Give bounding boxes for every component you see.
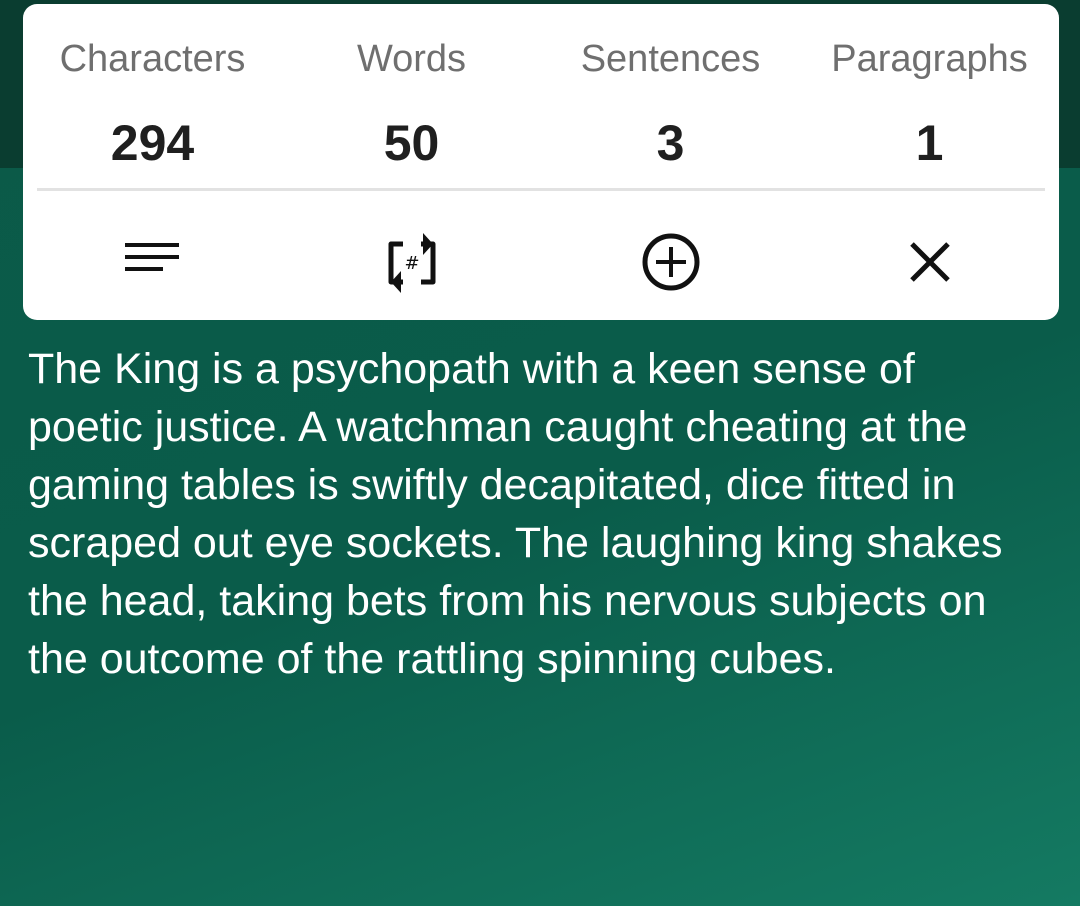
stats-card: Characters Words Sentences Paragraphs 29… xyxy=(23,4,1059,320)
stats-divider xyxy=(37,188,1045,191)
body-text: The King is a psychopath with a keen sen… xyxy=(28,345,1003,683)
characters-label: Characters xyxy=(59,38,246,80)
stat-labels-row: Characters Words Sentences Paragraphs xyxy=(23,34,1059,84)
paragraphs-label: Paragraphs xyxy=(831,38,1028,80)
stat-values-row: 294 50 3 1 xyxy=(23,112,1059,174)
text-lines-icon xyxy=(124,243,179,271)
action-toolbar: # xyxy=(23,220,1059,304)
text-align-button[interactable] xyxy=(23,220,282,304)
svg-text:#: # xyxy=(404,253,419,274)
add-button[interactable] xyxy=(541,220,800,304)
sentences-label: Sentences xyxy=(580,38,761,80)
characters-count: 294 xyxy=(110,115,195,171)
words-count: 50 xyxy=(383,115,440,171)
add-circle-icon xyxy=(642,233,699,291)
count-swap-button[interactable]: # xyxy=(282,220,541,304)
close-icon xyxy=(909,242,950,282)
paragraphs-count: 1 xyxy=(915,115,944,171)
close-button[interactable] xyxy=(800,220,1059,304)
words-label: Words xyxy=(356,38,467,80)
sentences-count: 3 xyxy=(656,115,685,171)
count-swap-icon: # xyxy=(388,233,435,293)
